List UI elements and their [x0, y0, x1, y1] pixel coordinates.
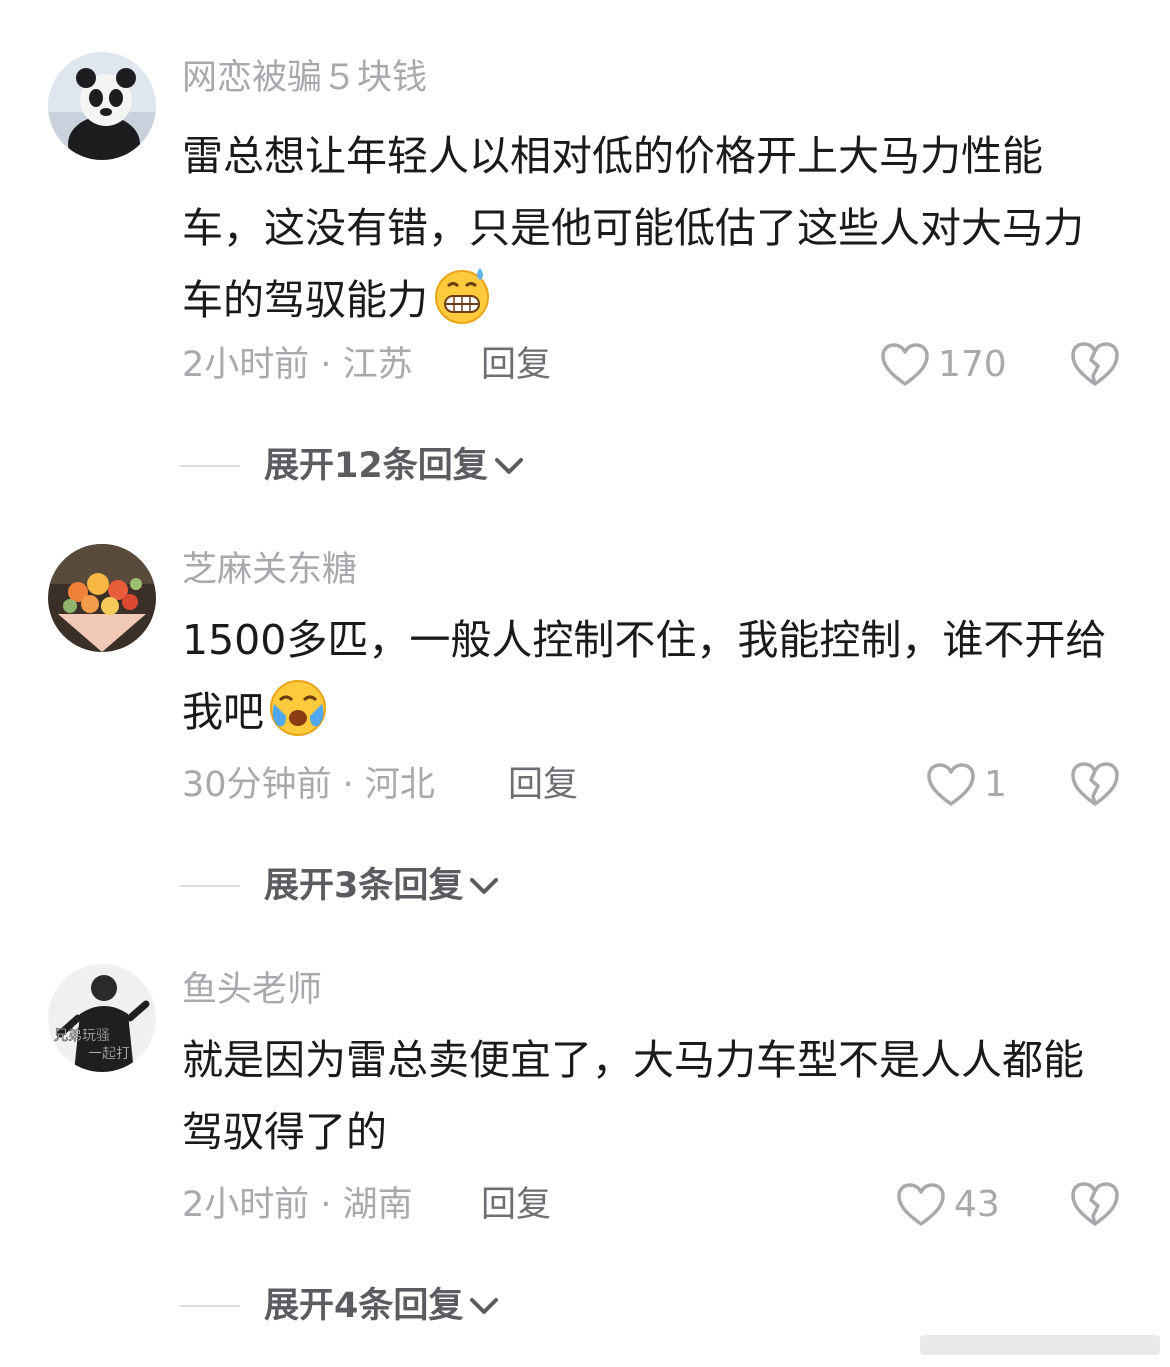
username[interactable]: 网恋被骗５块钱: [182, 54, 427, 102]
username[interactable]: 芝麻关东糖: [182, 546, 357, 594]
avatar-bouquet[interactable]: [48, 544, 156, 652]
reply-button[interactable]: 回复: [508, 762, 578, 808]
expand-replies-label: 展开4条回复: [264, 1286, 464, 1326]
grimacing-sweat-emoji-icon: [435, 268, 489, 324]
username[interactable]: 鱼头老师: [182, 966, 322, 1014]
heart-icon: [881, 343, 929, 386]
reply-button[interactable]: 回复: [481, 342, 551, 388]
like-count: 170: [938, 344, 1007, 385]
chevron-down-icon: [470, 878, 499, 894]
avatar-caption-2: 一起打: [88, 1045, 130, 1062]
broken-heart-icon[interactable]: [1070, 340, 1120, 388]
comment-text: 1500多匹，一般人控制不住，我能控制，谁不开给我吧: [182, 604, 1117, 748]
chevron-down-icon: [470, 1298, 499, 1314]
expand-replies-label: 展开3条回复: [264, 866, 464, 906]
like-button[interactable]: 43: [896, 1182, 1000, 1228]
divider-line: [180, 465, 240, 467]
broken-heart-icon[interactable]: [1070, 1180, 1120, 1228]
comment-body: 雷总想让年轻人以相对低的价格开上大马力性能车，这没有错，只是他可能低估了这些人对…: [182, 132, 1084, 324]
watermark-icon: [920, 1335, 1160, 1355]
expand-replies[interactable]: 展开4条回复: [180, 1283, 501, 1329]
divider-line: [180, 885, 240, 887]
heart-icon: [927, 763, 975, 806]
expand-replies[interactable]: 展开12条回复: [180, 443, 526, 489]
heart-icon: [897, 1183, 945, 1226]
like-button[interactable]: 1: [926, 762, 1007, 808]
time-location: 30分钟前 · 河北: [182, 765, 435, 805]
avatar-meme[interactable]: 兄弟玩骚 一起打: [48, 964, 156, 1072]
broken-heart-icon[interactable]: [1070, 760, 1120, 808]
divider-line: [180, 1305, 240, 1307]
comment-text: 雷总想让年轻人以相对低的价格开上大马力性能车，这没有错，只是他可能低估了这些人对…: [182, 120, 1117, 336]
expand-replies-label: 展开12条回复: [264, 446, 488, 486]
comment-text: 就是因为雷总卖便宜了，大马力车型不是人人都能驾驭得了的: [182, 1024, 1117, 1168]
like-button[interactable]: 170: [880, 342, 1007, 388]
like-count: 43: [954, 1184, 1000, 1225]
reply-button[interactable]: 回复: [481, 1182, 551, 1228]
chevron-down-icon: [494, 458, 523, 474]
time-location: 2小时前 · 江苏: [182, 345, 413, 385]
crying-emoji-icon: [270, 680, 326, 736]
time-location: 2小时前 · 湖南: [182, 1185, 413, 1225]
like-count: 1: [984, 764, 1007, 805]
expand-replies[interactable]: 展开3条回复: [180, 863, 501, 909]
avatar-panda[interactable]: [48, 52, 156, 160]
avatar-caption-1: 兄弟玩骚: [54, 1028, 110, 1044]
comment-body: 就是因为雷总卖便宜了，大马力车型不是人人都能驾驭得了的: [182, 1036, 1084, 1156]
